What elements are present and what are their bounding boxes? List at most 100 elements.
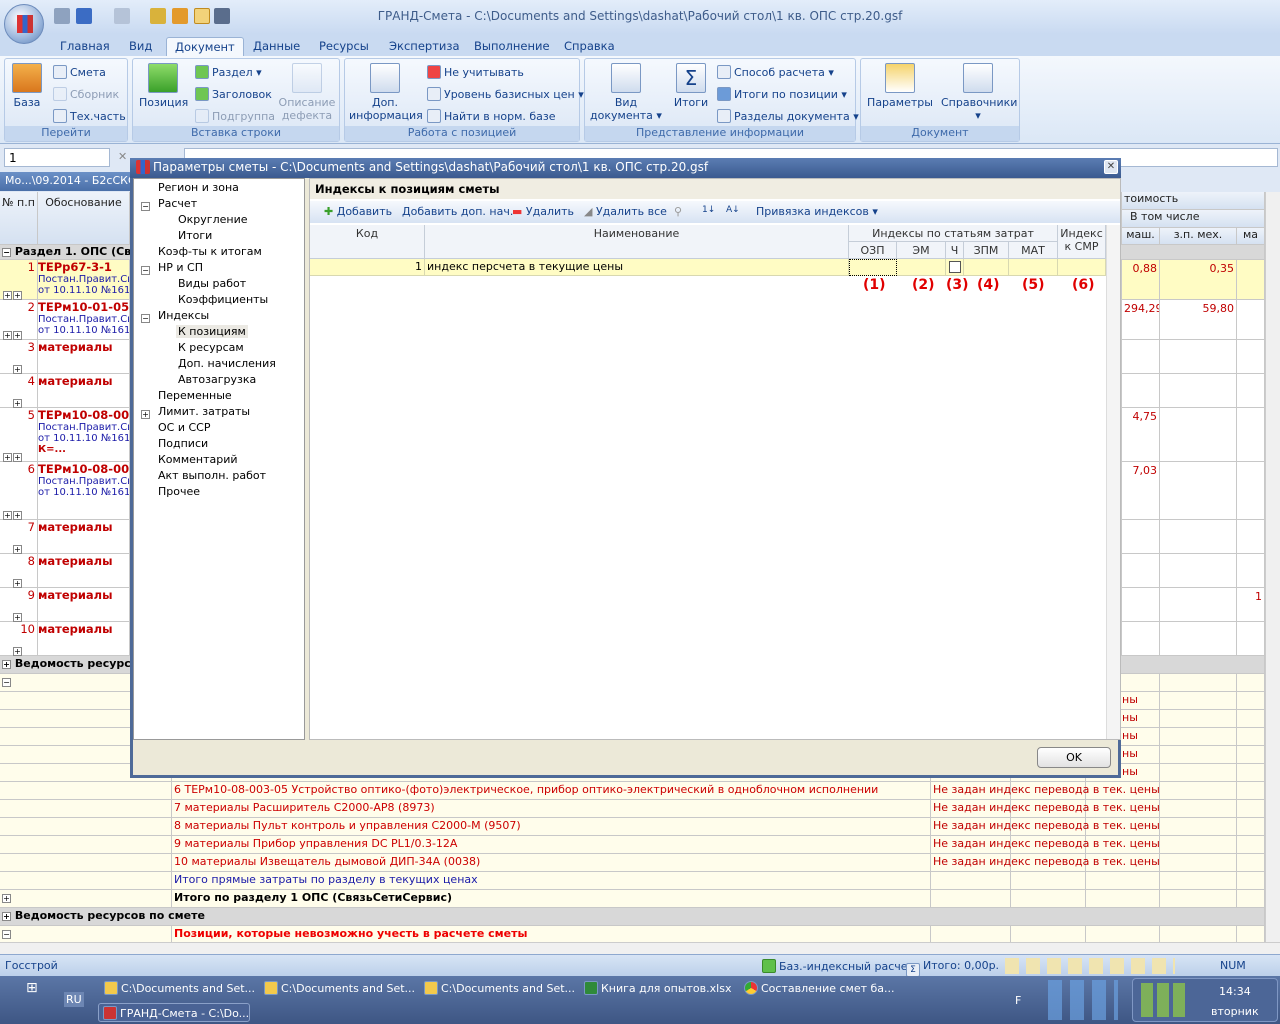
row-zpm-cell[interactable] — [964, 259, 1009, 276]
row-obosnovanie[interactable]: ТЕРр67-3-1 Постан.Правит.Св от 10.11.10 №1… — [38, 260, 130, 300]
tree-item[interactable]: Коэффициенты — [176, 293, 270, 306]
expand-icons[interactable]: + — [3, 610, 22, 622]
tree-item[interactable]: ОС и ССР — [156, 421, 212, 434]
col-zpm[interactable]: ЗПМ — [964, 242, 1009, 259]
table-row[interactable]: Итого прямые затраты по разделу в текущи… — [0, 872, 1265, 890]
itogi-button[interactable]: Σ Итоги — [669, 63, 713, 109]
undo-icon[interactable] — [76, 8, 92, 24]
sprav-button[interactable]: Справочники ▾ — [941, 63, 1017, 122]
expand-icons[interactable]: + + — [3, 450, 22, 462]
tree-item[interactable]: Итоги — [176, 229, 214, 242]
expand-icons[interactable]: + — [3, 644, 22, 656]
col-ch[interactable]: Ч — [946, 242, 964, 259]
razdely-button[interactable]: Разделы документа ▾ — [717, 109, 859, 123]
row-code[interactable]: 1 — [310, 259, 425, 276]
row-obosnovanie[interactable]: материалы — [38, 622, 130, 656]
binoculars-icon[interactable] — [214, 8, 230, 24]
sort-alpha-icon[interactable]: А↓ — [726, 205, 740, 215]
table-row[interactable]: 6 ТЕРм10-08-003-05 Устройство оптико-(фо… — [0, 782, 1265, 800]
razdel-button[interactable]: Раздел ▾ — [195, 65, 262, 79]
delete-button[interactable]: ▬ Удалить — [512, 205, 574, 218]
row-ozp-cell[interactable] — [849, 259, 897, 276]
expand-icons[interactable]: + — [3, 396, 22, 408]
row-obosnovanie[interactable]: материалы — [38, 520, 130, 554]
tree-item[interactable]: Прочее — [156, 485, 202, 498]
tab-dokument[interactable]: Документ — [166, 37, 244, 56]
tools-icon[interactable] — [150, 8, 166, 24]
sbornik-button[interactable]: Сборник — [53, 87, 119, 101]
taskbar-item-active[interactable]: ГРАНД-Смета - C:\Do... — [98, 1003, 250, 1022]
defect-button[interactable]: Описание дефекта — [277, 63, 337, 122]
table-row[interactable]: 8 материалы Пульт контроль и управления … — [0, 818, 1265, 836]
taskbar-item[interactable]: C:\Documents and Set... — [104, 981, 255, 995]
row-ch-cell[interactable] — [946, 259, 964, 276]
table-row[interactable]: + Итого по разделу 1 ОПС (СвязьСетиСервис… — [0, 890, 1265, 908]
col-code[interactable]: Код — [310, 225, 425, 259]
tree-expander-icon[interactable]: + — [141, 407, 150, 420]
col-mash[interactable]: маш. — [1122, 228, 1160, 245]
horizontal-scrollbar[interactable] — [0, 942, 1280, 954]
dialog-grid-scrollbar[interactable] — [1106, 225, 1120, 739]
row-obosnovanie[interactable]: ТЕРм10-08-003 Постан.Правит.Св от 10.11.10… — [38, 408, 130, 462]
row-smr-cell[interactable] — [1058, 259, 1106, 276]
col-obosnovanie[interactable]: Обоснование — [38, 192, 130, 245]
col-zpmeh[interactable]: з.п. мех. — [1160, 228, 1237, 245]
sposob-button[interactable]: Способ расчета ▾ — [717, 65, 834, 79]
row-obosnovanie[interactable]: материалы — [38, 374, 130, 408]
expand-icons[interactable]: + — [3, 576, 22, 588]
podgruppa-button[interactable]: Подгруппа — [195, 109, 275, 123]
tree-item[interactable]: Доп. начисления — [176, 357, 278, 370]
position-button[interactable]: Позиция — [139, 63, 188, 109]
col-em[interactable]: ЭМ — [897, 242, 946, 259]
find-norm-button[interactable]: Найти в норм. базе — [427, 109, 556, 123]
techpart-button[interactable]: Тех.часть — [53, 109, 126, 123]
col-mat[interactable]: МАТ — [1009, 242, 1058, 259]
tree-item[interactable]: Виды работ — [176, 277, 248, 290]
tab-spravka[interactable]: Справка — [556, 37, 623, 56]
vid-doc-button[interactable]: Вид документа ▾ — [589, 63, 663, 122]
delete-all-button[interactable]: ◢ Удалить все — [584, 205, 667, 218]
row-obosnovanie[interactable]: материалы — [38, 554, 130, 588]
col-smr[interactable]: Индекс к СМР — [1058, 225, 1106, 259]
params-button[interactable]: Параметры — [867, 63, 933, 109]
notepad-icon[interactable] — [194, 8, 210, 24]
expand-icons[interactable]: + — [3, 362, 22, 374]
tab-vid[interactable]: Вид — [121, 37, 160, 56]
tree-item[interactable]: Расчет — [156, 197, 199, 210]
tab-resursy[interactable]: Ресурсы — [311, 37, 377, 56]
tree-item[interactable]: К ресурсам — [176, 341, 246, 354]
col-name[interactable]: Наименование — [425, 225, 849, 259]
collapse-icon[interactable]: − — [2, 247, 11, 257]
col-ma[interactable]: ма — [1237, 228, 1265, 245]
tree-expander-icon[interactable]: − — [141, 263, 150, 276]
tree-item[interactable]: Индексы — [156, 309, 211, 322]
vertical-scrollbar[interactable] — [1265, 192, 1280, 942]
quick-launch-icons[interactable] — [1048, 980, 1118, 1020]
tree-expander-icon[interactable]: − — [141, 311, 150, 324]
windows-icon[interactable]: ⊞ — [26, 980, 38, 996]
redo-icon[interactable] — [114, 8, 130, 24]
ne-uchityvat-button[interactable]: Не учитывать — [427, 65, 524, 79]
cell-reference-input[interactable]: 1 — [4, 148, 110, 167]
table-row[interactable]: 7 материалы Расширитель С2000-АР8 (8973)… — [0, 800, 1265, 818]
smeta-button[interactable]: Смета — [53, 65, 106, 79]
expand-icons[interactable]: + + — [3, 508, 22, 520]
taskbar-item[interactable]: Составление смет ба... — [744, 981, 895, 995]
baza-button[interactable]: База — [9, 63, 45, 109]
row-obosnovanie[interactable]: ТЕРм10-01-055 Постан.Правит.Св от 10.11.10… — [38, 300, 130, 340]
row-obosnovanie[interactable]: ТЕРм10-08-003 Постан.Правит.Св от 10.11.10… — [38, 462, 130, 520]
row-mat-cell[interactable] — [1009, 259, 1058, 276]
ok-button[interactable]: OK — [1037, 747, 1111, 768]
row-em-cell[interactable] — [897, 259, 946, 276]
row-obosnovanie[interactable]: материалы — [38, 340, 130, 374]
folder-icon[interactable] — [172, 8, 188, 24]
save-icon[interactable] — [54, 8, 70, 24]
col-ozp[interactable]: ОЗП — [849, 242, 897, 259]
uroven-button[interactable]: Уровень базисных цен ▾ — [427, 87, 584, 101]
cancel-icon[interactable]: ✕ — [118, 150, 127, 163]
col-vtom[interactable]: В том числе — [1122, 210, 1265, 228]
tree-item[interactable]: К позициям — [176, 325, 248, 338]
tab-ekspertiza[interactable]: Экспертиза — [381, 37, 468, 56]
language-indicator[interactable]: RU — [64, 992, 84, 1007]
status-calc-mode[interactable]: Баз.-индексный расчет — [762, 959, 914, 973]
